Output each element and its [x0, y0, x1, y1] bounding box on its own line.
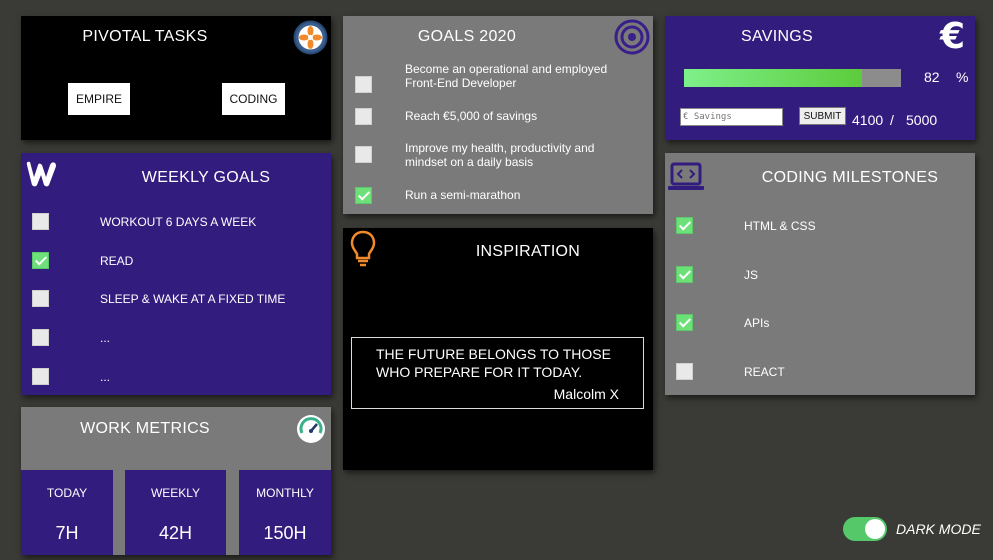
milestone-text: JS: [744, 268, 759, 282]
laptop-code-icon: [667, 161, 705, 193]
inspiration-title: INSPIRATION: [475, 243, 581, 260]
savings-card: SAVINGS € 82 % SUBMIT 4100 / 5000: [665, 16, 975, 140]
goal-text: Become an operational and employed Front…: [405, 62, 608, 90]
weekly-goals-card: WEEKLY GOALS WORKOUT 6 DAYS A WEEK READ SL…: [21, 153, 331, 395]
savings-title: SAVINGS: [740, 28, 814, 45]
weekly-goal-text: ...: [100, 331, 111, 345]
savings-target: 5000: [906, 112, 938, 128]
weekly-goals-title: WEEKLY GOALS: [141, 169, 271, 186]
metric-label: TODAY: [46, 486, 88, 500]
savings-input[interactable]: [680, 108, 783, 126]
goal-checkbox[interactable]: [355, 76, 372, 93]
coding-milestones-title: CODING MILESTONES: [761, 169, 939, 186]
milestone-checkbox[interactable]: [676, 266, 693, 283]
metric-value: 150H: [263, 523, 307, 543]
coding-button[interactable]: CODING: [222, 83, 285, 115]
dark-mode-label: DARK MODE: [896, 521, 981, 537]
goal-text: Run a semi-marathon: [405, 188, 521, 202]
pivotal-tasks-card: PIVOTAL TASKS EMPIRE CODING: [21, 16, 331, 140]
weebly-icon: [24, 159, 58, 189]
goal-text: Reach €5,000 of savings: [405, 109, 538, 123]
savings-progress-bar: [684, 69, 901, 87]
metric-label: MONTHLY: [256, 486, 314, 500]
weekly-goal-text: READ: [100, 254, 134, 268]
savings-percent: 82: [924, 69, 940, 85]
goals-title: GOALS 2020: [417, 28, 517, 45]
weekly-goal-checkbox[interactable]: [32, 368, 49, 385]
milestone-checkbox[interactable]: [676, 314, 693, 331]
goal-text: Improve my health, productivity and mind…: [405, 141, 595, 169]
goal-checkbox[interactable]: [355, 146, 372, 163]
weekly-goal-checkbox[interactable]: [32, 290, 49, 307]
savings-current: 4100: [852, 112, 884, 128]
speedometer-icon: [296, 414, 326, 444]
submit-button[interactable]: SUBMIT: [799, 107, 846, 125]
dark-mode-toggle[interactable]: [843, 517, 887, 541]
weekly-goal-checkbox[interactable]: [32, 252, 49, 269]
metric-today: TODAY 7H: [21, 470, 113, 555]
metric-value: 42H: [158, 523, 193, 543]
quote-text: THE FUTURE BELONGS TO THOSE WHO PREPARE …: [376, 346, 611, 380]
goals-card: GOALS 2020 Become an operational and emp…: [343, 16, 653, 214]
milestone-checkbox[interactable]: [676, 217, 693, 234]
weekly-goal-text: ...: [100, 370, 111, 384]
savings-progress-fill: [684, 69, 862, 87]
goal-checkbox[interactable]: [355, 187, 372, 204]
pivotal-tasks-title: PIVOTAL TASKS: [82, 28, 208, 45]
work-metrics-card: WORK METRICS TODAY 7H WEEKLY 42H MONTHLY 150H: [21, 407, 331, 555]
metric-value: 7H: [55, 523, 79, 543]
weekly-goal-checkbox[interactable]: [32, 213, 49, 230]
pivotal-tasks-icon: [293, 20, 328, 55]
quote-box: THE FUTURE BELONGS TO THOSE WHO PREPARE …: [351, 337, 644, 409]
target-icon: [614, 19, 650, 55]
milestone-text: HTML & CSS: [744, 219, 816, 233]
inspiration-card: INSPIRATION THE FUTURE BELONGS TO THOSE …: [343, 228, 653, 470]
metric-monthly: MONTHLY 150H: [239, 470, 331, 555]
toggle-knob: [865, 519, 885, 539]
milestone-checkbox[interactable]: [676, 363, 693, 380]
weekly-goal-text: SLEEP & WAKE AT A FIXED TIME: [100, 292, 286, 306]
euro-icon: €: [940, 16, 966, 57]
quote-author: Malcolm X: [553, 386, 619, 402]
coding-milestones-card: CODING MILESTONES HTML & CSS JS APIs REACT: [665, 153, 975, 395]
savings-percent-unit: %: [956, 69, 969, 85]
goal-checkbox[interactable]: [355, 108, 372, 125]
milestone-text: APIs: [744, 316, 770, 330]
weekly-goal-checkbox[interactable]: [32, 329, 49, 346]
milestone-text: REACT: [744, 365, 785, 379]
metric-label: WEEKLY: [150, 486, 201, 500]
empire-button[interactable]: EMPIRE: [68, 83, 130, 115]
savings-separator: /: [890, 112, 894, 128]
weekly-goal-text: WORKOUT 6 DAYS A WEEK: [100, 215, 257, 229]
lightbulb-icon: [350, 230, 376, 268]
metric-weekly: WEEKLY 42H: [125, 470, 226, 555]
work-metrics-title: WORK METRICS: [80, 420, 210, 437]
